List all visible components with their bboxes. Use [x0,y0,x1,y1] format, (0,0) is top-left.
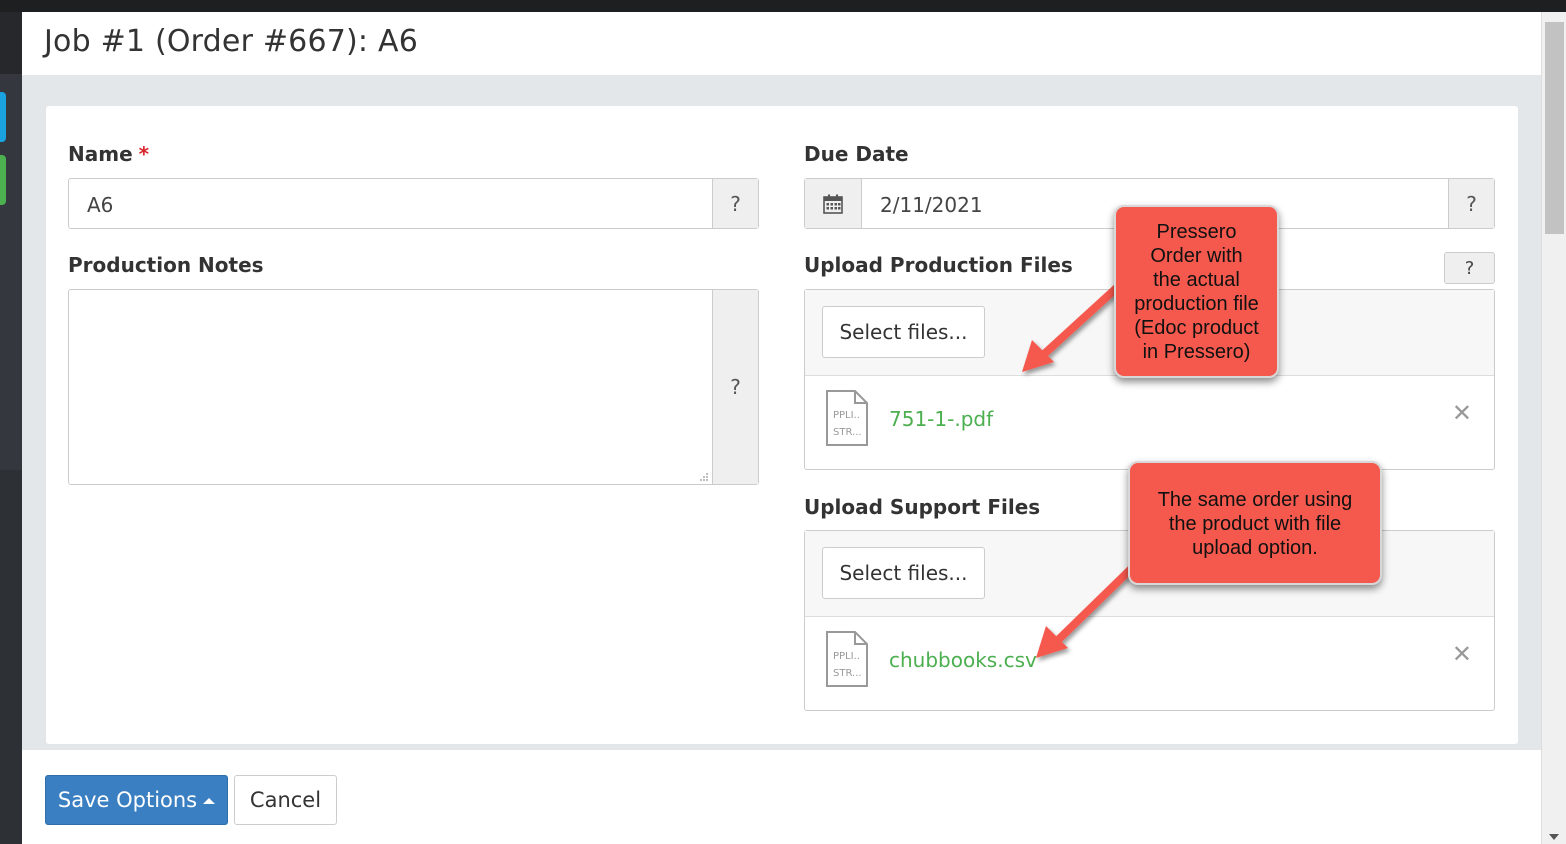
calendar-icon[interactable] [805,179,862,228]
sidebar-blue-tab[interactable] [0,92,6,142]
annotation-callout-support: The same order using the product with fi… [1128,461,1382,585]
production-notes-label: Production Notes [68,253,264,277]
job-modal: Job #1 (Order #667): A6 Name * A6 ? Produ… [22,12,1541,844]
svg-text:PPLI..: PPLI.. [833,410,860,421]
name-label: Name * [68,142,150,166]
production-notes-textarea[interactable] [69,290,712,484]
file-row: PPLI.. STR... 751-1-.pdf ✕ [805,377,1494,461]
browser-top-bar [0,0,1566,12]
vertical-scrollbar[interactable] [1541,12,1566,844]
due-date-label: Due Date [804,142,909,166]
file-row: PPLI.. STR... chubbooks.csv ✕ [805,618,1494,702]
sidebar-green-tab[interactable] [0,155,6,205]
file-thumbnail-icon: PPLI.. STR... [826,631,868,687]
cancel-button[interactable]: Cancel [234,775,337,825]
required-mark: * [138,142,150,166]
production-files-help-button[interactable]: ? [1444,252,1495,284]
caret-up-icon [203,798,216,804]
file-thumbnail-icon: PPLI.. STR... [826,390,868,446]
upload-production-files-label: Upload Production Files [804,253,1073,277]
production-notes-help-button[interactable]: ? [712,290,758,484]
resize-grip-icon[interactable] [699,472,709,482]
svg-text:PPLI..: PPLI.. [833,651,860,662]
modal-footer: Save Options Cancel [22,750,1541,844]
select-support-files-button[interactable]: Select files... [822,547,985,599]
upload-support-files-label: Upload Support Files [804,495,1041,519]
select-production-files-button[interactable]: Select files... [822,306,985,358]
scroll-down-icon[interactable] [1549,834,1559,840]
name-input[interactable]: A6 [69,179,712,228]
name-input-group: A6 ? [68,178,759,229]
production-file-link[interactable]: 751-1-.pdf [889,407,993,431]
page-title: Job #1 (Order #667): A6 [44,24,418,59]
job-form-panel: Name* A6 ? Production Notes ? Due Date [46,106,1518,744]
modal-header: Job #1 (Order #667): A6 [22,12,1541,75]
svg-text:STR...: STR... [833,668,862,679]
scrollbar-thumb[interactable] [1545,22,1564,234]
left-sidebar-rail [0,12,22,844]
due-date-help-button[interactable]: ? [1448,179,1494,228]
production-notes-group: ? [68,289,759,485]
svg-text:STR...: STR... [833,427,862,438]
name-help-button[interactable]: ? [712,179,758,228]
remove-production-file-icon[interactable]: ✕ [1452,399,1472,427]
annotation-callout-production: Pressero Order with the actual productio… [1114,205,1279,378]
remove-support-file-icon[interactable]: ✕ [1452,640,1472,668]
save-options-button[interactable]: Save Options [45,775,228,825]
support-file-link[interactable]: chubbooks.csv [889,648,1037,672]
